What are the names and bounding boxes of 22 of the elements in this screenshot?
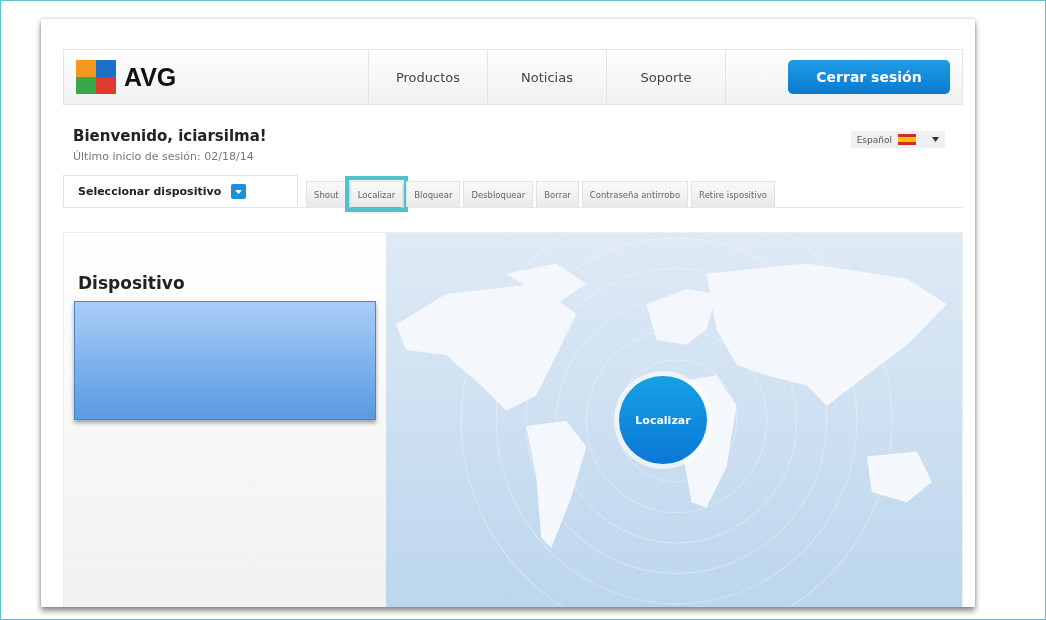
caret-icon — [932, 137, 939, 142]
language-select[interactable]: Español — [850, 131, 945, 148]
action-tab[interactable]: Bloquear — [406, 181, 461, 207]
action-tab[interactable]: Contraseña antirrobo — [581, 181, 689, 207]
last-login-text: Último inicio de sesión: 02/18/14 — [73, 150, 255, 163]
action-tab[interactable]: Shout — [306, 181, 347, 207]
nav-link[interactable]: Productos — [368, 50, 487, 104]
action-tab[interactable]: Borrar — [536, 181, 579, 207]
nav-link[interactable]: Noticias — [487, 50, 606, 104]
action-tab[interactable]: Retire ispositivo — [691, 181, 775, 207]
flag-icon — [898, 134, 916, 145]
device-panel-title: Dispositivo — [78, 273, 186, 293]
logo-icon — [76, 60, 116, 94]
device-entry[interactable] — [74, 301, 376, 420]
action-tab[interactable]: Desbloquear — [463, 181, 534, 207]
nav-link[interactable]: Soporte — [606, 50, 726, 104]
welcome-title: Bienvenido, iciarsilma! — [73, 127, 267, 145]
logo-text: AVG — [124, 62, 177, 92]
locate-button[interactable]: Localizar — [619, 376, 707, 464]
logout-button[interactable]: Cerrar sesión — [788, 60, 950, 94]
device-select-tab[interactable]: Seleccionar dispositivo — [63, 175, 298, 207]
dropdown-icon — [231, 184, 247, 199]
